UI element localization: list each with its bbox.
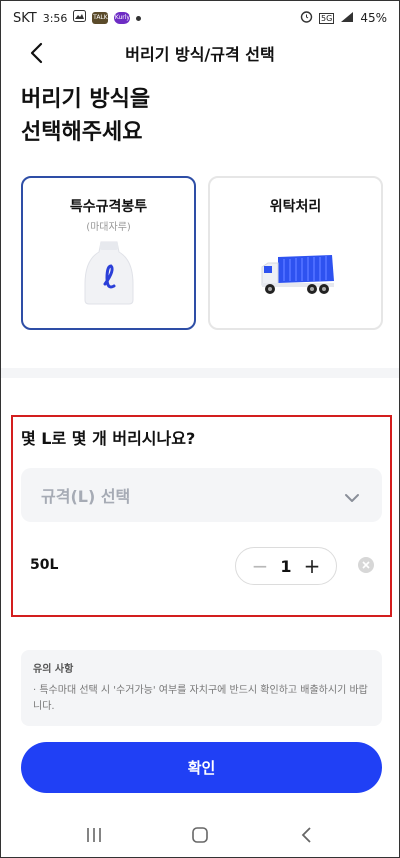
back-button[interactable] bbox=[23, 39, 51, 67]
size-select-placeholder: 규격(L) 선택 bbox=[41, 487, 131, 506]
app-header: 버리기 방식/규격 선택 bbox=[1, 35, 399, 71]
home-icon bbox=[192, 827, 208, 843]
quantity-value: 1 bbox=[280, 556, 292, 576]
battery-label: 45% bbox=[360, 11, 387, 25]
notification-dot-icon bbox=[136, 15, 142, 21]
chevron-down-icon bbox=[344, 488, 360, 507]
increase-button[interactable]: + bbox=[302, 554, 322, 578]
kurly-icon: Kurly bbox=[114, 12, 131, 24]
recent-apps-button[interactable] bbox=[74, 815, 114, 855]
quantity-question-title: 몇 L로 몇 개 버리시나요? bbox=[21, 429, 196, 448]
option-title: 특수규격봉투 bbox=[69, 199, 148, 215]
option-card-consignment[interactable]: 위탁처리 bbox=[208, 176, 383, 330]
option-title: 위탁처리 bbox=[269, 199, 322, 215]
network-label: 5G bbox=[319, 12, 335, 24]
close-icon bbox=[362, 561, 370, 569]
back-nav-button[interactable] bbox=[286, 815, 326, 855]
alarm-icon bbox=[300, 10, 313, 26]
selected-size-row: 50L − 1 + bbox=[21, 547, 381, 585]
recent-apps-icon bbox=[87, 828, 101, 842]
talk-icon: TALK bbox=[92, 12, 109, 24]
notice-box: 유의 사항 · 특수마대 선택 시 '수거가능' 여부를 자치구에 반드시 확인… bbox=[21, 650, 382, 726]
time-label: 3:56 bbox=[42, 11, 68, 25]
page-title: 버리기 방식을 선택해주세요 bbox=[21, 83, 150, 149]
page-title-line1: 버리기 방식을 bbox=[21, 87, 151, 112]
back-icon bbox=[301, 827, 311, 843]
size-label: 50L bbox=[30, 557, 59, 573]
option-subtitle: (마대자루) bbox=[86, 222, 131, 233]
quantity-stepper: − 1 + bbox=[235, 547, 337, 585]
truck-icon bbox=[260, 253, 336, 299]
app-frame: SKT 3:56 TALK Kurly 5G 45% 버리기 방식/규격 선택 … bbox=[0, 0, 400, 858]
decrease-button[interactable]: − bbox=[250, 554, 270, 578]
size-select[interactable]: 규격(L) 선택 bbox=[21, 468, 382, 522]
signal-icon bbox=[340, 11, 354, 26]
home-button[interactable] bbox=[180, 815, 220, 855]
section-divider bbox=[1, 368, 399, 378]
option-card-special-bag[interactable]: 특수규격봉투 (마대자루) bbox=[21, 176, 196, 330]
image-icon bbox=[73, 10, 87, 26]
sack-icon bbox=[81, 240, 137, 310]
disposal-method-options: 특수규격봉투 (마대자루) 위탁처리 bbox=[21, 176, 383, 330]
remove-button[interactable] bbox=[358, 557, 374, 573]
notice-body: · 특수마대 선택 시 '수거가능' 여부를 자치구에 반드시 확인하고 배출하… bbox=[33, 685, 368, 712]
system-nav-bar bbox=[1, 811, 399, 857]
header-title: 버리기 방식/규격 선택 bbox=[125, 45, 275, 64]
chevron-left-icon bbox=[30, 42, 43, 64]
carrier-label: SKT bbox=[13, 10, 37, 26]
status-bar: SKT 3:56 TALK Kurly 5G 45% bbox=[1, 1, 399, 35]
notice-title: 유의 사항 bbox=[33, 664, 74, 675]
confirm-button[interactable]: 확인 bbox=[21, 742, 382, 793]
page-title-line2: 선택해주세요 bbox=[21, 120, 143, 145]
